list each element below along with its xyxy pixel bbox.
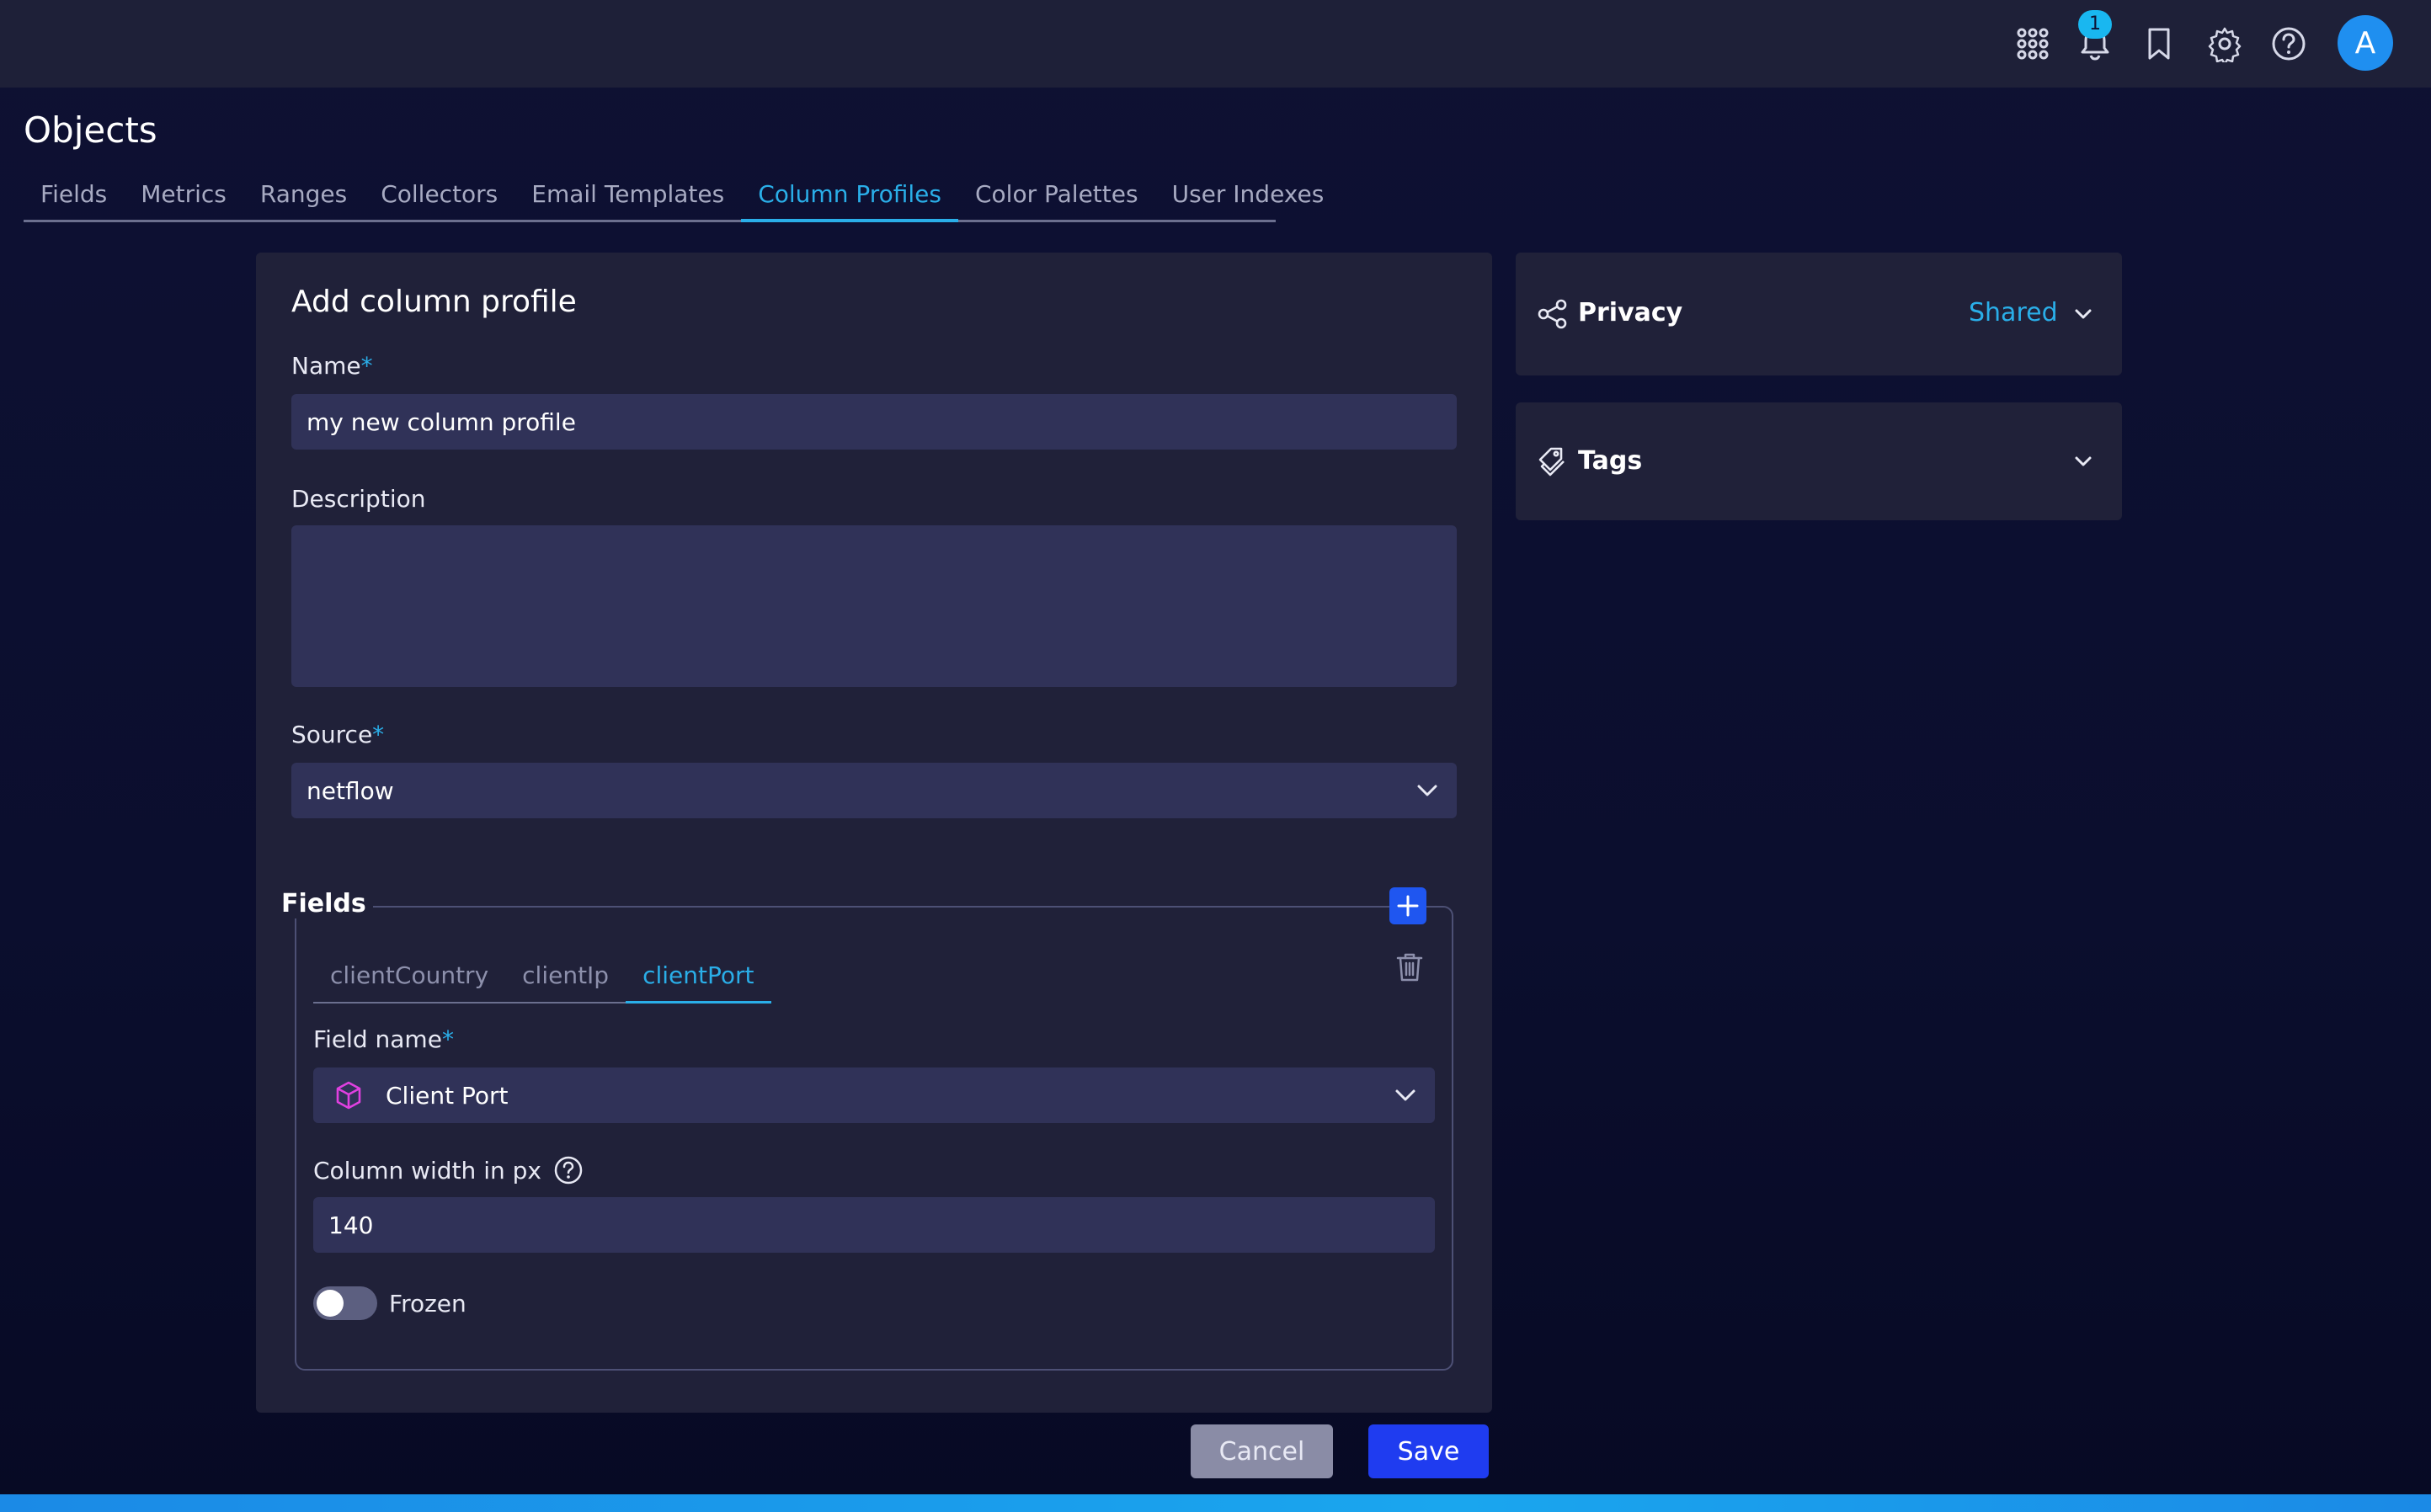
help-icon[interactable]	[2267, 22, 2311, 66]
name-input-value: my new column profile	[307, 407, 576, 436]
cube-icon	[336, 1081, 361, 1110]
notification-badge: 1	[2078, 10, 2112, 39]
chevron-down-icon	[1395, 1089, 1415, 1101]
name-label: Name*	[291, 352, 373, 380]
chevron-down-icon	[2075, 456, 2092, 466]
privacy-label: Privacy	[1578, 298, 1683, 327]
toggle-knob	[317, 1290, 344, 1317]
name-input[interactable]: my new column profile	[291, 394, 1457, 450]
tab-column-profiles[interactable]: Column Profiles	[741, 177, 958, 222]
gear-icon[interactable]	[2203, 22, 2247, 66]
chevron-down-icon	[2075, 309, 2092, 319]
field-tab-client-port[interactable]: clientPort	[626, 958, 771, 1004]
source-select-value: netflow	[307, 776, 394, 805]
privacy-panel[interactable]: Privacy Shared	[1516, 253, 2122, 375]
field-tab-client-ip[interactable]: clientIp	[505, 958, 626, 1002]
column-width-label: Column width in px	[313, 1155, 584, 1185]
form-title: Add column profile	[291, 285, 577, 319]
tab-email-templates[interactable]: Email Templates	[514, 177, 741, 222]
object-tabs: Fields Metrics Ranges Collectors Email T…	[24, 177, 1324, 222]
share-icon	[1538, 299, 1567, 329]
cancel-button[interactable]: Cancel	[1191, 1424, 1333, 1478]
tab-user-indexes[interactable]: User Indexes	[1155, 177, 1341, 222]
tab-fields[interactable]: Fields	[24, 177, 124, 222]
privacy-value: Shared	[1969, 298, 2058, 327]
field-name-value: Client Port	[386, 1081, 509, 1110]
tab-ranges[interactable]: Ranges	[243, 177, 364, 222]
tab-metrics[interactable]: Metrics	[124, 177, 243, 222]
tags-label: Tags	[1578, 446, 1643, 476]
bell-icon[interactable]: 1	[2073, 10, 2117, 66]
field-tabs: clientCountry clientIp clientPort	[313, 958, 771, 1004]
field-name-label: Field name*	[313, 1025, 454, 1053]
chevron-down-icon	[1417, 785, 1437, 796]
apps-grid-icon[interactable]	[2011, 22, 2055, 66]
trash-icon[interactable]	[1393, 950, 1426, 983]
column-width-input[interactable]: 140	[313, 1197, 1435, 1253]
description-textarea[interactable]	[291, 525, 1457, 687]
frozen-label: Frozen	[389, 1289, 466, 1318]
tags-panel[interactable]: Tags	[1516, 402, 2122, 520]
fields-legend: Fields	[275, 889, 373, 918]
column-profile-form: Add column profile Name* my new column p…	[256, 253, 1492, 1413]
tab-color-palettes[interactable]: Color Palettes	[958, 177, 1155, 222]
bottom-accent-bar	[0, 1494, 2431, 1512]
top-bar: 1 A	[0, 0, 2431, 88]
description-label: Description	[291, 485, 426, 513]
page-title: Objects	[24, 109, 157, 151]
bookmark-icon[interactable]	[2137, 22, 2181, 66]
help-icon[interactable]	[553, 1155, 584, 1185]
source-select[interactable]: netflow	[291, 763, 1457, 818]
tag-icon	[1538, 447, 1565, 476]
field-tab-client-country[interactable]: clientCountry	[313, 958, 505, 1002]
save-button[interactable]: Save	[1368, 1424, 1489, 1478]
field-name-select[interactable]: Client Port	[313, 1067, 1435, 1123]
frozen-row: Frozen	[313, 1286, 466, 1320]
add-field-button[interactable]	[1389, 887, 1426, 924]
avatar[interactable]: A	[2338, 15, 2393, 71]
frozen-toggle[interactable]	[313, 1286, 377, 1320]
column-width-value: 140	[328, 1211, 374, 1239]
source-label: Source*	[291, 721, 385, 748]
plus-icon	[1397, 895, 1419, 917]
tab-collectors[interactable]: Collectors	[364, 177, 514, 222]
